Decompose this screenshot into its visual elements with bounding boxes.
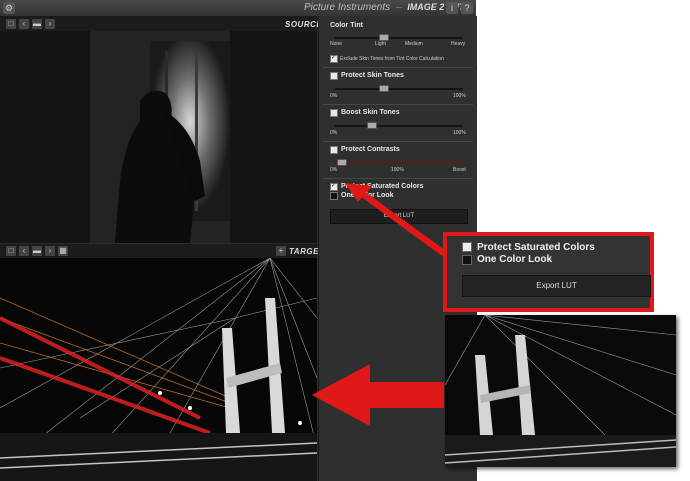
zoom-callout: Protect Saturated Colors One Color Look … [443,232,654,312]
callout-protect-saturated: Protect Saturated Colors [477,242,595,253]
preview-photo [445,315,676,467]
callout-checkbox-unchecked [462,255,472,265]
callout-checkbox-checked [462,242,472,252]
diagonal-arrow [345,183,446,256]
callout-one-color: One Color Look [477,254,552,265]
callout-export-button: Export LUT [462,275,651,297]
horizontal-arrow [312,364,444,426]
result-preview [445,315,676,467]
